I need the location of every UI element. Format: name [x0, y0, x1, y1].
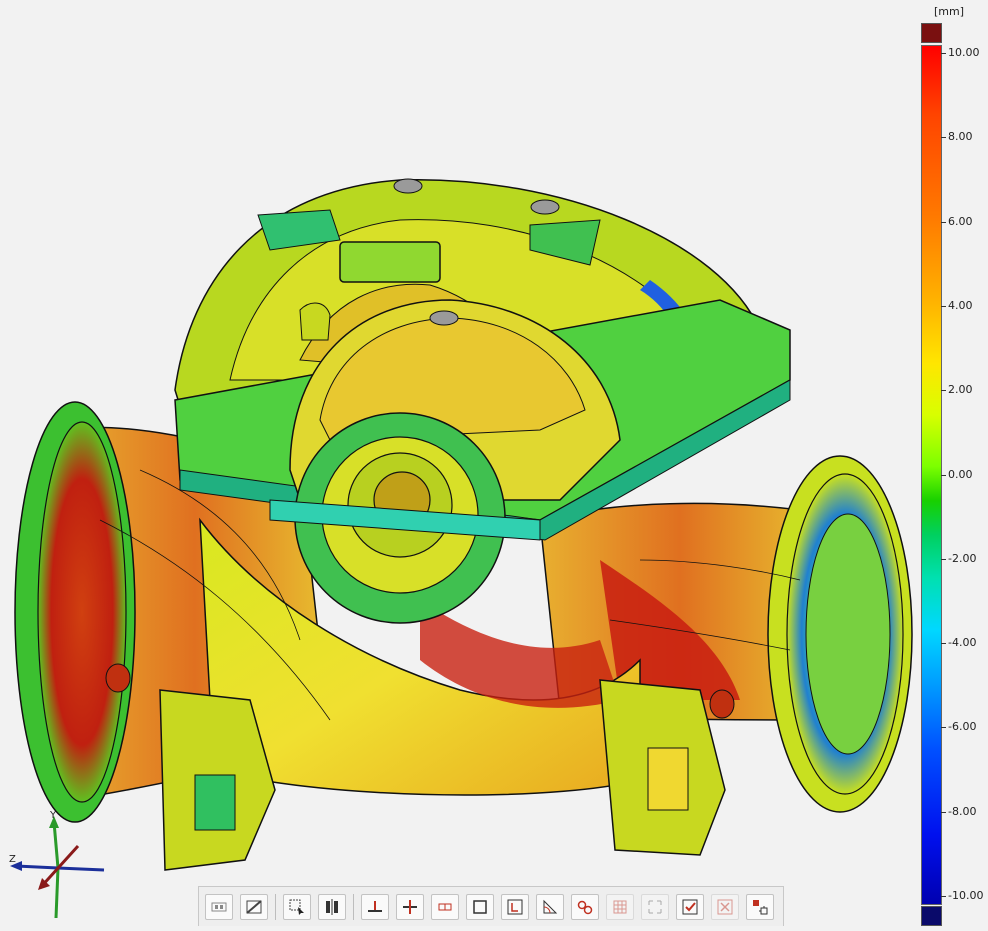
legend-tick-mark: [941, 53, 946, 54]
view-mode-icon: [211, 902, 227, 911]
legend-tick-mark: [941, 305, 946, 307]
legend-tick-label: 6.00: [948, 214, 973, 228]
legend-tick-mark: [941, 811, 946, 813]
expand-button[interactable]: [641, 893, 669, 920]
distance-button[interactable]: [396, 893, 424, 920]
legend-tick-label: 4.00: [948, 298, 973, 312]
axis-triad: Y Z: [8, 810, 118, 920]
dimension-icon: [438, 903, 452, 910]
link-button[interactable]: [571, 893, 599, 920]
angle-icon: [543, 899, 558, 913]
toolbar-separator: [353, 893, 354, 920]
legend-tick-mark: [941, 727, 946, 729]
fit-frame-button[interactable]: [501, 893, 529, 920]
y-axis-line: [54, 867, 60, 919]
split-view-icon: [326, 898, 338, 915]
legend-tick-mark: [941, 474, 946, 476]
grid-button[interactable]: [606, 893, 634, 920]
select-rectangle-button[interactable]: [283, 893, 311, 920]
split-view-button[interactable]: [318, 893, 346, 920]
angle-button[interactable]: [536, 893, 564, 920]
check-button[interactable]: [676, 893, 704, 920]
fit-frame-icon: [507, 899, 523, 914]
frame-button[interactable]: [466, 893, 494, 920]
cancel-button[interactable]: [711, 893, 739, 920]
legend-tick-mark: [941, 643, 946, 645]
legend-unit: [mm]: [934, 5, 965, 18]
link-icon: [577, 900, 593, 914]
frame-icon: [473, 899, 487, 914]
transform-icon: [753, 899, 768, 914]
legend-tick-label: 0.00: [948, 467, 973, 481]
color-scale-bar: [921, 45, 942, 905]
select-rectangle-icon: [289, 899, 304, 915]
y-axis-label: Y: [50, 810, 57, 821]
z-axis-label: Z: [9, 854, 16, 865]
check-icon: [682, 899, 698, 914]
align-plane-icon: [368, 900, 382, 912]
legend-tick-mark: [941, 137, 946, 139]
cancel-icon: [717, 899, 733, 914]
section-toggle-button[interactable]: [240, 893, 268, 920]
legend-tick-mark: [941, 558, 946, 560]
legend-tick-label: -6.00: [948, 720, 977, 734]
legend-tick-label: -4.00: [948, 636, 977, 650]
legend-above-max-swatch: [921, 23, 942, 43]
align-plane-button[interactable]: [361, 893, 389, 920]
legend-tick-mark: [941, 896, 946, 897]
legend-tick-label: 8.00: [948, 130, 973, 144]
transform-button[interactable]: [746, 893, 774, 920]
3d-viewport[interactable]: [0, 0, 988, 931]
section-toggle-icon: [246, 899, 262, 914]
expand-icon: [648, 900, 662, 913]
toolbar-separator: [275, 893, 276, 920]
legend-tick-label: 10.00: [948, 46, 980, 59]
legend-tick-label: -10.00: [948, 889, 984, 902]
legend-below-min-swatch: [921, 906, 942, 926]
distance-icon: [403, 899, 417, 914]
legend-tick-mark: [941, 221, 946, 223]
legend-tick-label: -2.00: [948, 551, 977, 565]
view-toolbar: [198, 886, 784, 926]
legend-tick-label: -8.00: [948, 804, 977, 818]
grid-icon: [613, 900, 627, 913]
pump-deviation-model[interactable]: [0, 0, 988, 931]
dimension-button[interactable]: [431, 893, 459, 920]
legend-tick-mark: [941, 390, 946, 392]
view-mode-button[interactable]: [205, 893, 233, 920]
legend-tick-label: 2.00: [948, 383, 973, 397]
